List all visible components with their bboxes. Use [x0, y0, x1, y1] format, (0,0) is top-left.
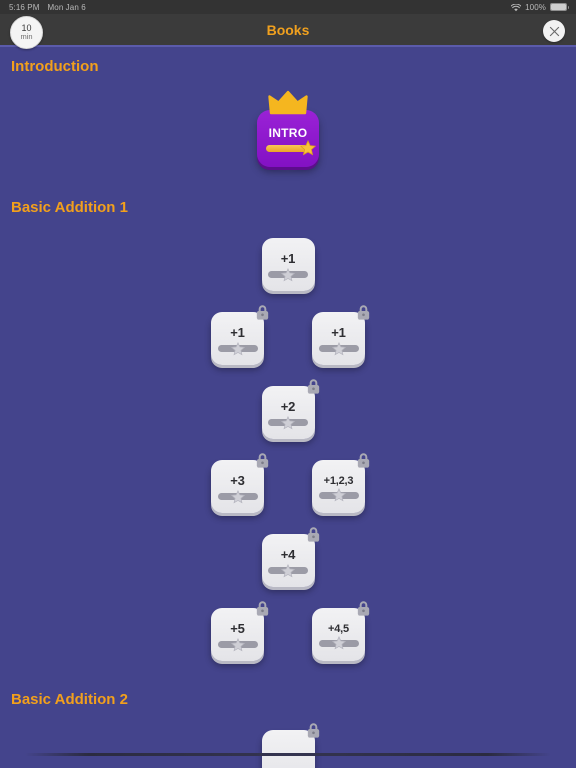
lock-icon: [355, 304, 372, 321]
lesson-row: +3 +1,2,3: [0, 449, 576, 524]
star-icon: [280, 415, 296, 430]
wifi-icon: [510, 3, 522, 12]
lesson-card-plus3[interactable]: +3: [200, 449, 275, 524]
close-icon: [549, 26, 560, 37]
star-icon: [299, 139, 317, 156]
intro-card-body[interactable]: INTRO: [257, 110, 319, 167]
lesson-card-label: +1: [230, 325, 245, 340]
lesson-row: +2: [0, 375, 576, 450]
crown-icon: [268, 90, 308, 116]
intro-card-label: INTRO: [268, 125, 308, 140]
status-date: Mon Jan 6: [47, 2, 86, 12]
lesson-card-plus1-locked-b[interactable]: +1: [301, 301, 376, 376]
lesson-card-label: +1: [280, 251, 296, 266]
lesson-card-next-partial[interactable]: [251, 719, 325, 768]
lesson-card-plus4[interactable]: +4: [251, 523, 325, 598]
lock-icon: [305, 378, 322, 395]
status-bar-left: 5:16 PM Mon Jan 6: [9, 3, 86, 12]
lesson-row: [0, 719, 576, 768]
lesson-progress-bar: [217, 637, 258, 651]
lesson-card-plus1-locked-a[interactable]: +1: [200, 301, 275, 376]
lesson-card-label: +1,2,3: [323, 474, 354, 487]
lesson-row: +1 +1: [0, 301, 576, 376]
lesson-row: +4: [0, 523, 576, 598]
section-title-basic-addition-1: Basic Addition 1: [11, 199, 128, 216]
lock-icon: [305, 722, 322, 739]
close-button[interactable]: [543, 20, 565, 42]
star-icon: [331, 487, 346, 502]
lock-icon: [355, 600, 372, 617]
lesson-progress-bar: [318, 487, 359, 502]
battery-percent: 100%: [525, 2, 546, 12]
status-bar-right: 100%: [510, 2, 569, 12]
lesson-card-label: +4: [280, 547, 296, 562]
section-title-basic-addition-2: Basic Addition 2: [11, 691, 128, 708]
star-icon: [331, 341, 346, 356]
lesson-row: +1: [0, 227, 576, 302]
lesson-card-label: +5: [230, 621, 245, 636]
intro-progress-bar: [266, 139, 317, 156]
lock-icon: [254, 600, 271, 617]
lesson-card-intro[interactable]: INTRO: [245, 90, 331, 184]
lesson-progress-bar: [318, 341, 359, 355]
section-title-introduction: Introduction: [11, 58, 99, 75]
battery-icon: [550, 3, 569, 11]
lesson-card-plus123[interactable]: +1,2,3: [301, 449, 376, 524]
lesson-progress-bar: [268, 563, 308, 577]
star-icon: [280, 267, 296, 282]
lesson-row: INTRO: [0, 90, 576, 184]
lesson-card-label: +1: [331, 325, 346, 340]
lesson-card-label: +4,5: [328, 622, 349, 635]
lesson-card-plus1-unlocked[interactable]: +1: [251, 227, 325, 302]
lesson-card-body[interactable]: +1: [261, 238, 315, 291]
lesson-card-label: +3: [230, 473, 245, 488]
lesson-card-plus45[interactable]: +4,5: [301, 597, 376, 672]
lesson-row: +5 +4,5: [0, 597, 576, 672]
lesson-progress-bar: [318, 635, 359, 650]
lock-icon: [355, 452, 372, 469]
page-title: Books: [266, 22, 310, 38]
status-time: 5:16 PM: [9, 2, 40, 12]
lock-icon: [254, 304, 271, 321]
section-divider: [25, 753, 551, 756]
lesson-card-plus5[interactable]: +5: [200, 597, 275, 672]
app-root: 5:16 PM Mon Jan 6 100% 10 min Books Intr…: [0, 0, 576, 768]
lock-icon: [254, 452, 271, 469]
star-icon: [230, 489, 245, 504]
lesson-progress-bar: [268, 415, 308, 429]
star-icon: [230, 637, 245, 652]
nav-bar: 10 min Books: [0, 14, 576, 49]
star-icon: [331, 635, 346, 650]
lock-icon: [305, 526, 322, 543]
lesson-progress-bar: [268, 267, 308, 281]
star-icon: [230, 341, 245, 356]
lesson-card-plus2[interactable]: +2: [251, 375, 325, 450]
lesson-card-label: +2: [280, 399, 296, 414]
lesson-progress-bar: [217, 341, 258, 355]
lesson-progress-bar: [217, 489, 258, 503]
status-bar: 5:16 PM Mon Jan 6 100%: [0, 0, 576, 14]
star-icon: [280, 563, 296, 578]
lesson-scroll-area[interactable]: Introduction INTRO Basic Addition 1 +1 +…: [0, 49, 576, 768]
